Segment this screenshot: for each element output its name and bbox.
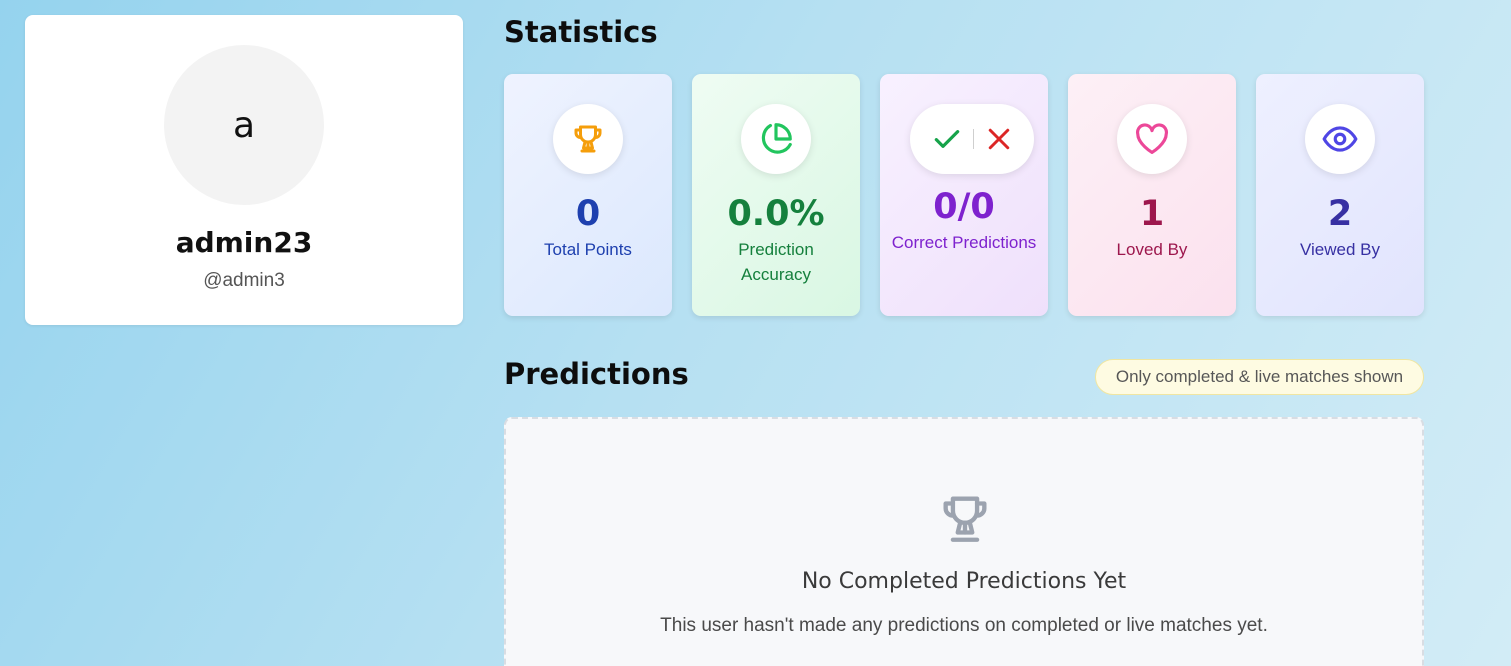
- trophy-icon: [553, 104, 623, 174]
- username-handle: @admin3: [203, 270, 285, 291]
- pie-chart-icon: [741, 104, 811, 174]
- stat-card-viewed-by: 2 Viewed By: [1256, 74, 1424, 316]
- display-name: admin23: [175, 226, 313, 259]
- stat-value-viewed-by: 2: [1327, 194, 1353, 234]
- stat-value-total-points: 0: [575, 194, 601, 234]
- stat-card-total-points: 0 Total Points: [504, 74, 672, 316]
- stat-card-loved-by: 1 Loved By: [1068, 74, 1236, 316]
- empty-state-description: This user hasn't made any predictions on…: [660, 615, 1268, 636]
- eye-icon: [1305, 104, 1375, 174]
- trophy-icon: [936, 489, 994, 552]
- stat-label-viewed-by: Viewed By: [1299, 240, 1380, 259]
- stat-label-prediction-accuracy: Prediction Accuracy: [738, 240, 814, 284]
- empty-state-title: No Completed Predictions Yet: [801, 569, 1127, 594]
- stat-label-total-points: Total Points: [544, 240, 632, 259]
- stat-value-prediction-accuracy: 0.0%: [727, 194, 825, 234]
- statistics-heading: Statistics: [504, 15, 658, 49]
- heart-icon: [1117, 104, 1187, 174]
- x-icon: [988, 128, 1009, 150]
- stat-label-correct-predictions: Correct Predictions: [891, 233, 1037, 252]
- check-x-icon: [910, 104, 1034, 174]
- check-icon: [934, 130, 959, 148]
- stat-value-correct-predictions: 0/0: [933, 187, 995, 227]
- stat-card-prediction-accuracy: 0.0% Prediction Accuracy: [692, 74, 860, 316]
- stat-card-correct-predictions: 0/0 Correct Predictions: [880, 74, 1048, 316]
- avatar-initial: a: [232, 104, 256, 146]
- predictions-empty-state: No Completed Predictions Yet This user h…: [504, 417, 1424, 666]
- profile-card: a admin23 @admin3: [25, 15, 463, 325]
- stat-value-loved-by: 1: [1139, 194, 1165, 234]
- stat-label-loved-by: Loved By: [1116, 240, 1188, 259]
- avatar: a: [164, 45, 324, 205]
- filter-notice-badge: Only completed & live matches shown: [1095, 359, 1424, 395]
- icon-divider: [972, 129, 974, 149]
- predictions-heading: Predictions: [504, 357, 689, 391]
